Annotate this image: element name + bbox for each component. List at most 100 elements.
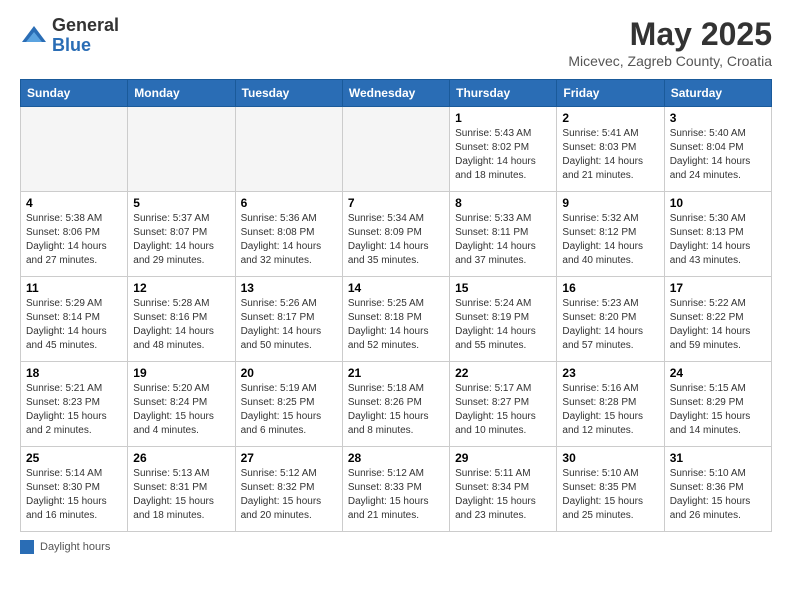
day-info: Sunrise: 5:12 AM Sunset: 8:32 PM Dayligh… bbox=[241, 467, 337, 523]
day-info: Sunrise: 5:14 AM Sunset: 8:30 PM Dayligh… bbox=[26, 467, 122, 523]
day-number: 22 bbox=[455, 366, 551, 380]
calendar-cell: 6 Sunrise: 5:36 AM Sunset: 8:08 PM Daylig… bbox=[235, 192, 342, 277]
calendar-cell: 5Sunrise: 5:37 AM Sunset: 8:07 PM Daylig… bbox=[128, 192, 235, 277]
day-number: 21 bbox=[348, 366, 444, 380]
column-header-monday: Monday bbox=[128, 80, 235, 107]
day-info: Sunrise: 5:10 AM Sunset: 8:35 PM Dayligh… bbox=[562, 467, 658, 523]
calendar-cell bbox=[235, 107, 342, 192]
calendar-cell: 10 Sunrise: 5:30 AM Sunset: 8:13 PM Dayli… bbox=[664, 192, 771, 277]
day-number: 30 bbox=[562, 451, 658, 465]
day-info: Sunrise: 5:11 AM Sunset: 8:34 PM Dayligh… bbox=[455, 467, 551, 523]
calendar-cell: 22 Sunrise: 5:17 AM Sunset: 8:27 PM Dayli… bbox=[450, 362, 557, 447]
calendar-cell: 20Sunrise: 5:19 AM Sunset: 8:25 PM Dayli… bbox=[235, 362, 342, 447]
day-number: 15 bbox=[455, 281, 551, 295]
day-info: Sunrise: 5:12 AM Sunset: 8:33 PM Dayligh… bbox=[348, 467, 444, 523]
logo-text: General Blue bbox=[52, 16, 119, 56]
day-info: Sunrise: 5:28 AM Sunset: 8:16 PM Dayligh… bbox=[133, 297, 229, 353]
day-number: 17 bbox=[670, 281, 766, 295]
day-number: 19 bbox=[133, 366, 229, 380]
calendar-cell: 13Sunrise: 5:26 AM Sunset: 8:17 PM Dayli… bbox=[235, 277, 342, 362]
legend-box bbox=[20, 540, 34, 554]
calendar-cell: 30 Sunrise: 5:10 AM Sunset: 8:35 PM Dayli… bbox=[557, 447, 664, 532]
column-header-thursday: Thursday bbox=[450, 80, 557, 107]
day-number: 1 bbox=[455, 111, 551, 125]
calendar-cell: 29 Sunrise: 5:11 AM Sunset: 8:34 PM Dayli… bbox=[450, 447, 557, 532]
day-info: Sunrise: 5:43 AM Sunset: 8:02 PM Dayligh… bbox=[455, 127, 551, 183]
calendar-cell: 2 Sunrise: 5:41 AM Sunset: 8:03 PM Daylig… bbox=[557, 107, 664, 192]
day-number: 6 bbox=[241, 196, 337, 210]
logo-general: General bbox=[52, 15, 119, 35]
logo: General Blue bbox=[20, 16, 119, 56]
day-info: Sunrise: 5:13 AM Sunset: 8:31 PM Dayligh… bbox=[133, 467, 229, 523]
calendar-cell: 7Sunrise: 5:34 AM Sunset: 8:09 PM Daylig… bbox=[342, 192, 449, 277]
day-info: Sunrise: 5:41 AM Sunset: 8:03 PM Dayligh… bbox=[562, 127, 658, 183]
day-info: Sunrise: 5:23 AM Sunset: 8:20 PM Dayligh… bbox=[562, 297, 658, 353]
day-number: 16 bbox=[562, 281, 658, 295]
title-block: May 2025 Micevec, Zagreb County, Croatia bbox=[568, 16, 772, 69]
calendar-cell: 12 Sunrise: 5:28 AM Sunset: 8:16 PM Dayli… bbox=[128, 277, 235, 362]
page-header: General Blue May 2025 Micevec, Zagreb Co… bbox=[20, 16, 772, 69]
column-header-saturday: Saturday bbox=[664, 80, 771, 107]
day-number: 20 bbox=[241, 366, 337, 380]
calendar-cell: 8Sunrise: 5:33 AM Sunset: 8:11 PM Daylig… bbox=[450, 192, 557, 277]
calendar-cell: 26 Sunrise: 5:13 AM Sunset: 8:31 PM Dayli… bbox=[128, 447, 235, 532]
day-info: Sunrise: 5:22 AM Sunset: 8:22 PM Dayligh… bbox=[670, 297, 766, 353]
day-info: Sunrise: 5:15 AM Sunset: 8:29 PM Dayligh… bbox=[670, 382, 766, 438]
calendar-cell: 28 Sunrise: 5:12 AM Sunset: 8:33 PM Dayli… bbox=[342, 447, 449, 532]
day-info: Sunrise: 5:36 AM Sunset: 8:08 PM Dayligh… bbox=[241, 212, 337, 268]
day-info: Sunrise: 5:17 AM Sunset: 8:27 PM Dayligh… bbox=[455, 382, 551, 438]
column-header-sunday: Sunday bbox=[21, 80, 128, 107]
day-info: Sunrise: 5:34 AM Sunset: 8:09 PM Dayligh… bbox=[348, 212, 444, 268]
column-header-tuesday: Tuesday bbox=[235, 80, 342, 107]
calendar-cell: 1 Sunrise: 5:43 AM Sunset: 8:02 PM Daylig… bbox=[450, 107, 557, 192]
calendar-cell: 27 Sunrise: 5:12 AM Sunset: 8:32 PM Dayli… bbox=[235, 447, 342, 532]
day-info: Sunrise: 5:32 AM Sunset: 8:12 PM Dayligh… bbox=[562, 212, 658, 268]
day-info: Sunrise: 5:40 AM Sunset: 8:04 PM Dayligh… bbox=[670, 127, 766, 183]
calendar-cell: 24Sunrise: 5:15 AM Sunset: 8:29 PM Dayli… bbox=[664, 362, 771, 447]
calendar-cell: 15 Sunrise: 5:24 AM Sunset: 8:19 PM Dayli… bbox=[450, 277, 557, 362]
calendar-table: SundayMondayTuesdayWednesdayThursdayFrid… bbox=[20, 79, 772, 532]
day-info: Sunrise: 5:29 AM Sunset: 8:14 PM Dayligh… bbox=[26, 297, 122, 353]
calendar-cell: 4Sunrise: 5:38 AM Sunset: 8:06 PM Daylig… bbox=[21, 192, 128, 277]
day-number: 14 bbox=[348, 281, 444, 295]
logo-blue: Blue bbox=[52, 35, 91, 55]
day-number: 9 bbox=[562, 196, 658, 210]
calendar-cell: 25 Sunrise: 5:14 AM Sunset: 8:30 PM Dayli… bbox=[21, 447, 128, 532]
day-number: 31 bbox=[670, 451, 766, 465]
day-number: 28 bbox=[348, 451, 444, 465]
column-header-wednesday: Wednesday bbox=[342, 80, 449, 107]
day-info: Sunrise: 5:30 AM Sunset: 8:13 PM Dayligh… bbox=[670, 212, 766, 268]
day-number: 11 bbox=[26, 281, 122, 295]
day-number: 10 bbox=[670, 196, 766, 210]
calendar-cell: 14 Sunrise: 5:25 AM Sunset: 8:18 PM Dayli… bbox=[342, 277, 449, 362]
day-info: Sunrise: 5:16 AM Sunset: 8:28 PM Dayligh… bbox=[562, 382, 658, 438]
day-info: Sunrise: 5:21 AM Sunset: 8:23 PM Dayligh… bbox=[26, 382, 122, 438]
day-info: Sunrise: 5:33 AM Sunset: 8:11 PM Dayligh… bbox=[455, 212, 551, 268]
day-number: 13 bbox=[241, 281, 337, 295]
day-number: 26 bbox=[133, 451, 229, 465]
day-number: 29 bbox=[455, 451, 551, 465]
legend: Daylight hours bbox=[20, 540, 772, 554]
logo-icon bbox=[20, 22, 48, 50]
day-info: Sunrise: 5:10 AM Sunset: 8:36 PM Dayligh… bbox=[670, 467, 766, 523]
calendar-cell: 18 Sunrise: 5:21 AM Sunset: 8:23 PM Dayli… bbox=[21, 362, 128, 447]
calendar-cell: 19 Sunrise: 5:20 AM Sunset: 8:24 PM Dayli… bbox=[128, 362, 235, 447]
location: Micevec, Zagreb County, Croatia bbox=[568, 53, 772, 69]
day-number: 18 bbox=[26, 366, 122, 380]
day-info: Sunrise: 5:25 AM Sunset: 8:18 PM Dayligh… bbox=[348, 297, 444, 353]
day-number: 12 bbox=[133, 281, 229, 295]
day-info: Sunrise: 5:20 AM Sunset: 8:24 PM Dayligh… bbox=[133, 382, 229, 438]
calendar-cell bbox=[342, 107, 449, 192]
calendar-cell bbox=[128, 107, 235, 192]
column-header-friday: Friday bbox=[557, 80, 664, 107]
day-info: Sunrise: 5:38 AM Sunset: 8:06 PM Dayligh… bbox=[26, 212, 122, 268]
day-number: 27 bbox=[241, 451, 337, 465]
calendar-cell: 16 Sunrise: 5:23 AM Sunset: 8:20 PM Dayli… bbox=[557, 277, 664, 362]
day-number: 23 bbox=[562, 366, 658, 380]
day-number: 3 bbox=[670, 111, 766, 125]
day-number: 25 bbox=[26, 451, 122, 465]
calendar-cell: 31 Sunrise: 5:10 AM Sunset: 8:36 PM Dayli… bbox=[664, 447, 771, 532]
calendar-cell: 21Sunrise: 5:18 AM Sunset: 8:26 PM Dayli… bbox=[342, 362, 449, 447]
day-number: 2 bbox=[562, 111, 658, 125]
day-info: Sunrise: 5:24 AM Sunset: 8:19 PM Dayligh… bbox=[455, 297, 551, 353]
